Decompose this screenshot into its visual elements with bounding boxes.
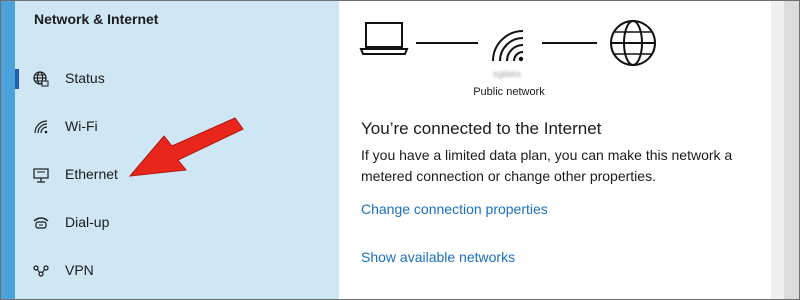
settings-window: Network & Internet Status Wi-Fi Ethernet… — [0, 0, 800, 300]
sidebar-item-label: VPN — [65, 262, 94, 278]
change-connection-properties-link[interactable]: Change connection properties — [361, 201, 548, 217]
wifi-icon — [34, 120, 48, 134]
main-content: ogileks Public network You’re connected … — [339, 1, 771, 299]
internet-globe-icon — [610, 20, 656, 66]
sidebar-title: Network & Internet — [34, 11, 159, 27]
show-available-networks-link[interactable]: Show available networks — [361, 249, 515, 265]
sidebar-item-wifi[interactable]: Wi-Fi — [15, 107, 339, 147]
dialup-icon — [33, 217, 49, 229]
connection-status-description: If you have a limited data plan, you can… — [361, 147, 733, 184]
selection-indicator — [15, 69, 19, 89]
sidebar-item-label: Ethernet — [65, 166, 118, 182]
sidebar-item-dialup[interactable]: Dial-up — [15, 203, 339, 243]
globe-icon — [33, 71, 49, 87]
window-accent-edge — [1, 1, 15, 299]
scrollbar-track[interactable] — [784, 1, 799, 299]
sidebar-item-vpn[interactable]: VPN — [15, 251, 339, 291]
wifi-signal-icon — [492, 30, 524, 62]
vpn-icon — [33, 265, 49, 277]
sidebar-item-label: Wi-Fi — [65, 118, 98, 134]
sidebar-item-label: Dial-up — [65, 214, 110, 230]
sidebar-item-label: Status — [65, 70, 105, 86]
sidebar-item-status[interactable]: Status — [15, 59, 339, 99]
network-name: ogileks — [492, 69, 521, 79]
network-type-label: Public network — [473, 86, 545, 98]
sidebar-item-ethernet[interactable]: Ethernet — [15, 155, 339, 195]
laptop-icon — [359, 22, 409, 55]
sidebar: Network & Internet Status Wi-Fi Ethernet… — [15, 1, 339, 299]
ethernet-icon — [33, 168, 49, 183]
connection-status-heading: You’re connected to the Internet — [361, 119, 602, 138]
